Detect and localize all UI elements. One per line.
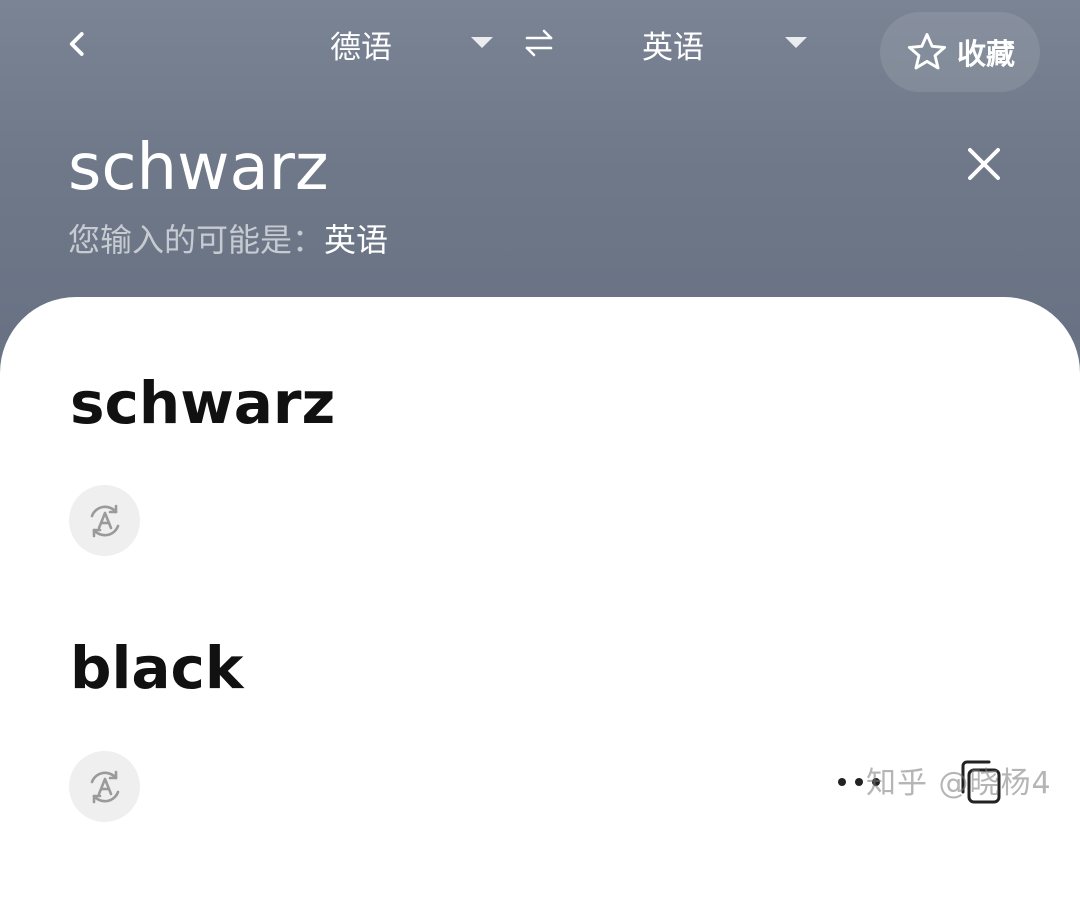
- pronounce-icon: [90, 770, 119, 803]
- language-detection-hint: 您输入的可能是：英语: [68, 218, 388, 262]
- target-language-select[interactable]: 英语: [642, 22, 704, 66]
- favorite-label: 收藏: [956, 37, 1015, 71]
- swap-icon: [525, 29, 553, 57]
- detect-prefix: 您输入的可能是：: [68, 221, 325, 259]
- close-icon: [968, 148, 1000, 180]
- query-input[interactable]: schwarz: [68, 128, 329, 208]
- source-language-label: 德语: [330, 29, 392, 66]
- pronounce-translation-button[interactable]: [69, 751, 140, 822]
- more-dots-icon: [838, 778, 846, 786]
- favorite-button[interactable]: 收藏: [880, 12, 1040, 92]
- caret-down-icon[interactable]: [785, 37, 807, 48]
- star-icon: [907, 33, 947, 70]
- back-button[interactable]: [58, 22, 98, 66]
- detected-language-link[interactable]: 英语: [324, 221, 388, 259]
- pronounce-source-button[interactable]: [69, 485, 140, 556]
- source-term: schwarz: [70, 369, 336, 437]
- swap-languages-button[interactable]: [522, 26, 556, 60]
- more-dots-icon: [855, 778, 863, 786]
- caret-down-icon[interactable]: [471, 37, 493, 48]
- watermark: 知乎 @晓杨4: [866, 766, 1052, 801]
- source-language-select[interactable]: 德语: [330, 22, 392, 66]
- pronounce-icon: [90, 504, 119, 537]
- back-icon: [69, 32, 84, 56]
- header: 德语 英语 收藏 schwarz 您输入的可能是：英语: [0, 0, 1080, 340]
- target-language-label: 英语: [642, 29, 704, 66]
- translation-term: black: [70, 634, 244, 702]
- clear-button[interactable]: [962, 142, 1006, 186]
